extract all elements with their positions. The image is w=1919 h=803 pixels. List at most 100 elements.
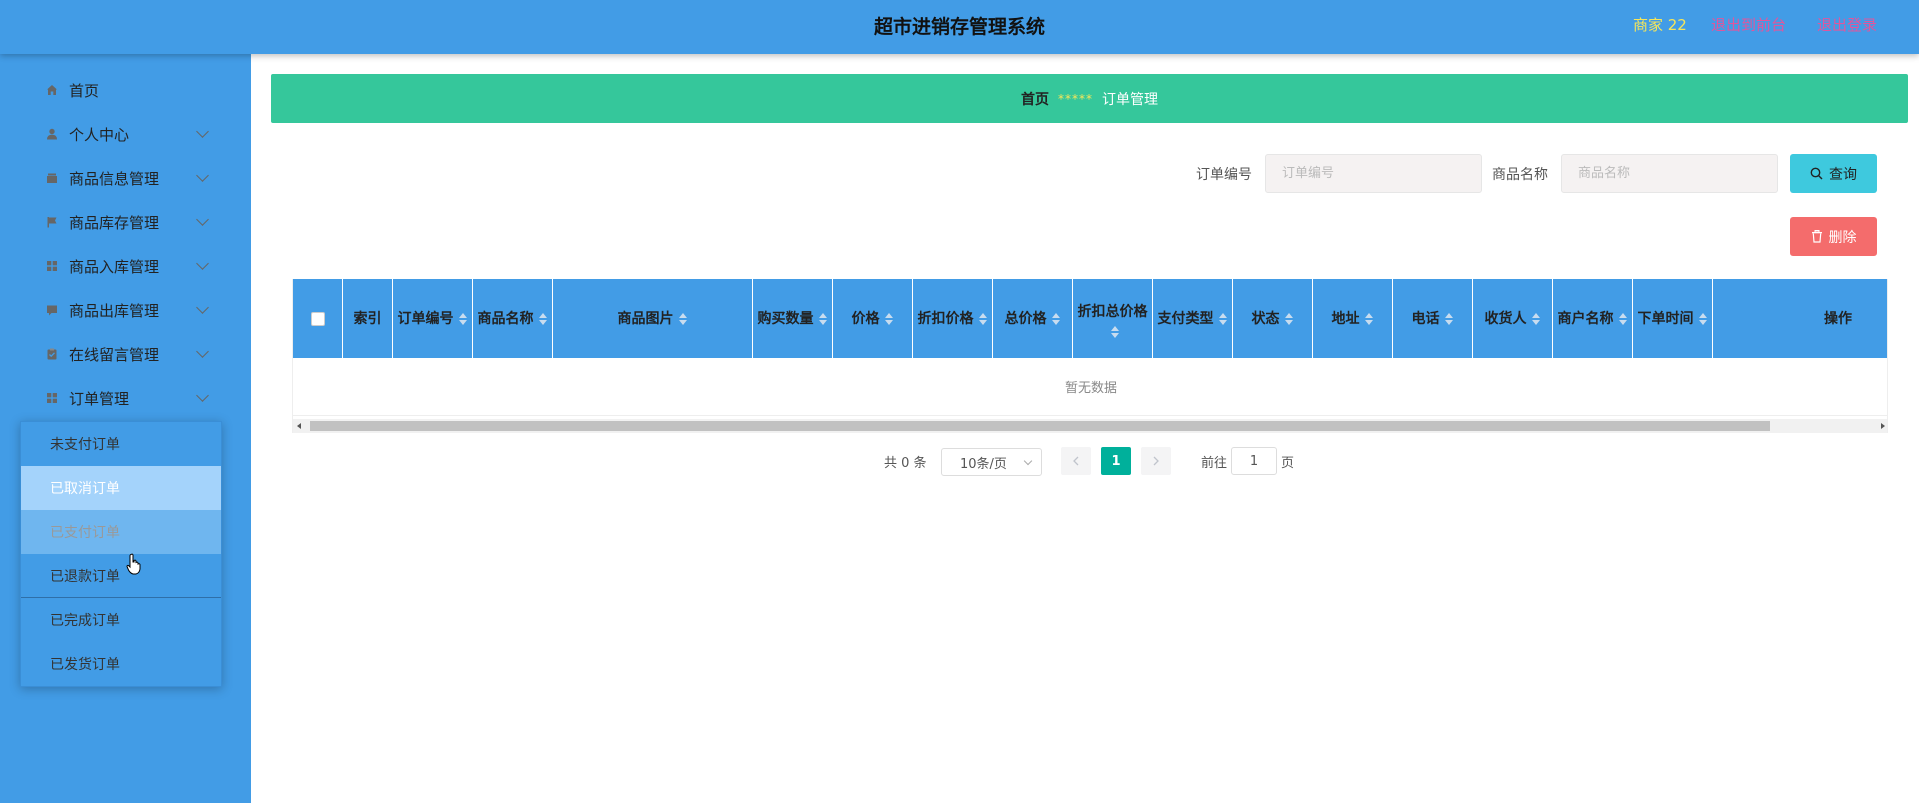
submenu-item-refunded[interactable]: 已退款订单 bbox=[21, 554, 221, 598]
trash-icon bbox=[1811, 230, 1822, 243]
sort-icon[interactable] bbox=[1218, 312, 1228, 326]
col-header-merchant-name[interactable]: 商户名称 bbox=[1553, 279, 1633, 358]
submenu-item-unpaid[interactable]: 未支付订单 bbox=[21, 422, 221, 466]
sort-icon[interactable] bbox=[678, 312, 688, 326]
horizontal-scrollbar[interactable] bbox=[293, 419, 1887, 433]
sort-icon[interactable] bbox=[1698, 312, 1708, 326]
col-header-address[interactable]: 地址 bbox=[1313, 279, 1393, 358]
sort-icon[interactable] bbox=[1531, 312, 1541, 326]
scroll-left-icon[interactable] bbox=[297, 423, 301, 429]
query-button[interactable]: 查询 bbox=[1790, 154, 1877, 193]
select-all-cell bbox=[293, 279, 343, 358]
sort-icon[interactable] bbox=[884, 312, 894, 326]
sidebar-item-messages[interactable]: 在线留言管理 bbox=[0, 332, 251, 376]
prev-page-button[interactable] bbox=[1061, 447, 1091, 475]
grid-icon bbox=[45, 392, 58, 405]
chevron-down-icon bbox=[196, 257, 209, 270]
sidebar-item-profile[interactable]: 个人中心 bbox=[0, 112, 251, 156]
chevron-down-icon bbox=[1023, 456, 1033, 466]
chevron-down-icon bbox=[196, 213, 209, 226]
query-button-label: 查询 bbox=[1829, 166, 1857, 183]
col-header-price[interactable]: 价格 bbox=[833, 279, 913, 358]
sidebar-item-label: 订单管理 bbox=[69, 389, 130, 408]
sidebar-item-stock-out[interactable]: 商品出库管理 bbox=[0, 288, 251, 332]
home-icon bbox=[45, 84, 58, 97]
chevron-down-icon bbox=[196, 345, 209, 358]
sidebar-item-home[interactable]: 首页 bbox=[0, 68, 251, 112]
submenu-item-shipped[interactable]: 已发货订单 bbox=[21, 642, 221, 686]
chevron-down-icon bbox=[196, 169, 209, 182]
orders-submenu: 未支付订单 已取消订单 已支付订单 已退款订单 已完成订单 已发货订单 bbox=[20, 421, 222, 687]
page-size-select[interactable]: 10条/页 bbox=[941, 448, 1042, 476]
col-header-total-price[interactable]: 总价格 bbox=[993, 279, 1073, 358]
sort-icon[interactable] bbox=[1444, 312, 1454, 326]
back-to-front-link[interactable]: 退出到前台 bbox=[1711, 14, 1786, 35]
sidebar-item-label: 商品库存管理 bbox=[69, 213, 160, 232]
col-header-receiver[interactable]: 收货人 bbox=[1473, 279, 1553, 358]
logout-link[interactable]: 退出登录 bbox=[1817, 14, 1877, 35]
orders-table: 索引 订单编号 商品名称 商品图片 购买数量 价格 折扣价格 总价格 折扣总价格… bbox=[292, 279, 1888, 433]
sort-icon[interactable] bbox=[538, 312, 548, 326]
chat-icon bbox=[45, 304, 58, 317]
delete-button[interactable]: 删除 bbox=[1790, 217, 1877, 256]
current-user: 商家 22 bbox=[1633, 16, 1687, 34]
col-header-product-image[interactable]: 商品图片 bbox=[553, 279, 753, 358]
next-page-button[interactable] bbox=[1141, 447, 1171, 475]
box-icon bbox=[45, 172, 58, 185]
clipboard-icon bbox=[45, 348, 58, 361]
breadcrumb-home[interactable]: 首页 bbox=[1021, 89, 1049, 109]
flag-icon bbox=[45, 216, 58, 229]
sort-icon[interactable] bbox=[1364, 312, 1374, 326]
col-header-order-no[interactable]: 订单编号 bbox=[393, 279, 473, 358]
top-header: 超市进销存管理系统 商家 22 退出到前台 退出登录 bbox=[0, 0, 1919, 54]
breadcrumb: 首页 ***** 订单管理 bbox=[271, 74, 1908, 123]
goto-page-input[interactable] bbox=[1231, 447, 1277, 475]
sort-icon[interactable] bbox=[818, 312, 828, 326]
breadcrumb-current: 订单管理 bbox=[1102, 91, 1158, 108]
sort-icon[interactable] bbox=[1110, 325, 1120, 339]
goto-label: 前往 bbox=[1201, 456, 1228, 471]
col-header-order-time[interactable]: 下单时间 bbox=[1633, 279, 1713, 358]
sidebar-item-stock[interactable]: 商品库存管理 bbox=[0, 200, 251, 244]
sort-icon[interactable] bbox=[1051, 312, 1061, 326]
submenu-item-paid[interactable]: 已支付订单 bbox=[21, 510, 221, 554]
col-header-discount-total[interactable]: 折扣总价格 bbox=[1073, 279, 1153, 358]
sort-icon[interactable] bbox=[978, 312, 988, 326]
chevron-left-icon bbox=[1073, 456, 1079, 466]
product-name-label: 商品名称 bbox=[1492, 167, 1548, 183]
sidebar-item-label: 个人中心 bbox=[69, 125, 130, 144]
hand-cursor-icon bbox=[126, 553, 141, 575]
submenu-item-cancelled[interactable]: 已取消订单 bbox=[21, 466, 221, 510]
product-name-input[interactable] bbox=[1561, 154, 1778, 193]
sidebar-item-orders[interactable]: 订单管理 bbox=[0, 376, 251, 420]
col-header-quantity[interactable]: 购买数量 bbox=[753, 279, 833, 358]
select-all-checkbox[interactable] bbox=[310, 311, 325, 326]
col-header-status[interactable]: 状态 bbox=[1233, 279, 1313, 358]
submenu-item-completed[interactable]: 已完成订单 bbox=[21, 598, 221, 642]
sort-icon[interactable] bbox=[1618, 312, 1628, 326]
search-icon bbox=[1810, 167, 1823, 180]
sidebar-item-product-info[interactable]: 商品信息管理 bbox=[0, 156, 251, 200]
empty-state: 暂无数据 bbox=[293, 358, 1887, 416]
order-no-input[interactable] bbox=[1265, 154, 1482, 193]
sort-icon[interactable] bbox=[1284, 312, 1294, 326]
sort-icon[interactable] bbox=[458, 312, 468, 326]
col-header-actions: 操作 bbox=[1713, 279, 1887, 358]
scroll-right-icon[interactable] bbox=[1881, 423, 1885, 429]
sidebar-item-label: 商品出库管理 bbox=[69, 301, 160, 320]
sidebar-item-label: 首页 bbox=[69, 81, 100, 100]
col-header-payment-type[interactable]: 支付类型 bbox=[1153, 279, 1233, 358]
col-header-phone[interactable]: 电话 bbox=[1393, 279, 1473, 358]
table-header: 索引 订单编号 商品名称 商品图片 购买数量 价格 折扣价格 总价格 折扣总价格… bbox=[293, 279, 1887, 358]
app-title: 超市进销存管理系统 bbox=[873, 16, 1045, 38]
user-icon bbox=[45, 128, 58, 141]
page-size-value: 10条/页 bbox=[960, 456, 1007, 472]
sidebar-item-stock-in[interactable]: 商品入库管理 bbox=[0, 244, 251, 288]
sidebar-item-label: 商品信息管理 bbox=[69, 169, 160, 188]
page-number-current[interactable]: 1 bbox=[1101, 447, 1131, 475]
col-header-discount-price[interactable]: 折扣价格 bbox=[913, 279, 993, 358]
scrollbar-thumb[interactable] bbox=[310, 421, 1770, 431]
chevron-down-icon bbox=[196, 125, 209, 138]
col-header-product-name[interactable]: 商品名称 bbox=[473, 279, 553, 358]
page-unit-label: 页 bbox=[1281, 456, 1295, 471]
